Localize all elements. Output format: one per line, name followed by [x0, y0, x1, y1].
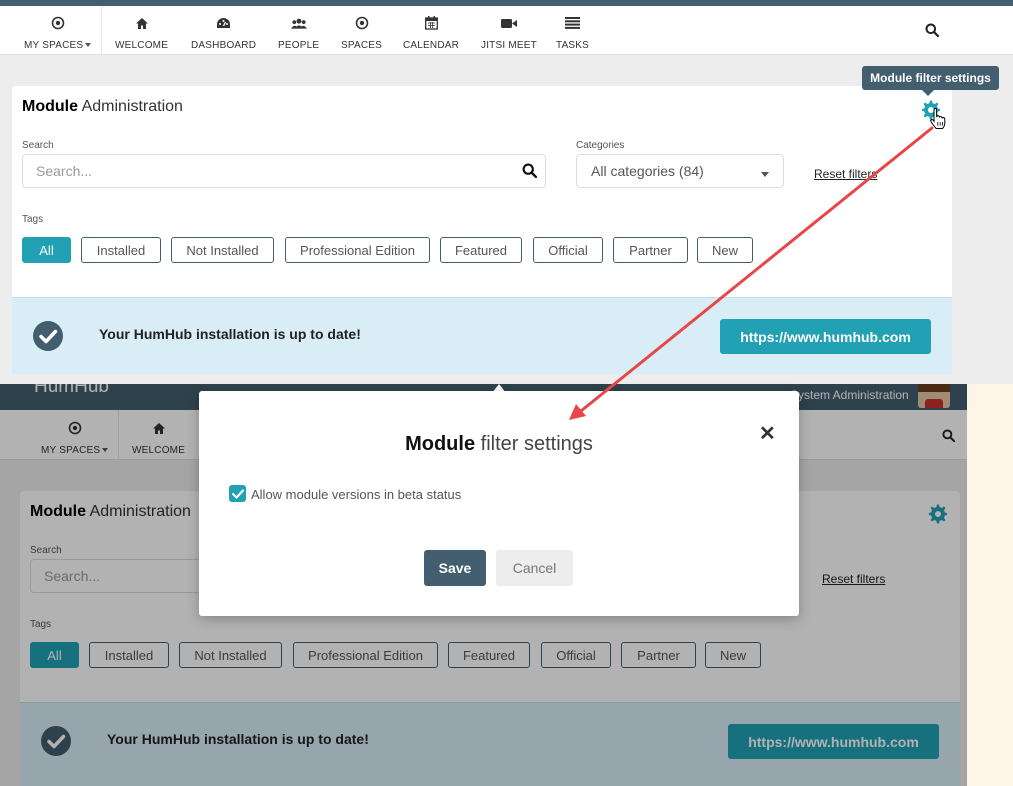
annotation-arrow [569, 126, 934, 420]
